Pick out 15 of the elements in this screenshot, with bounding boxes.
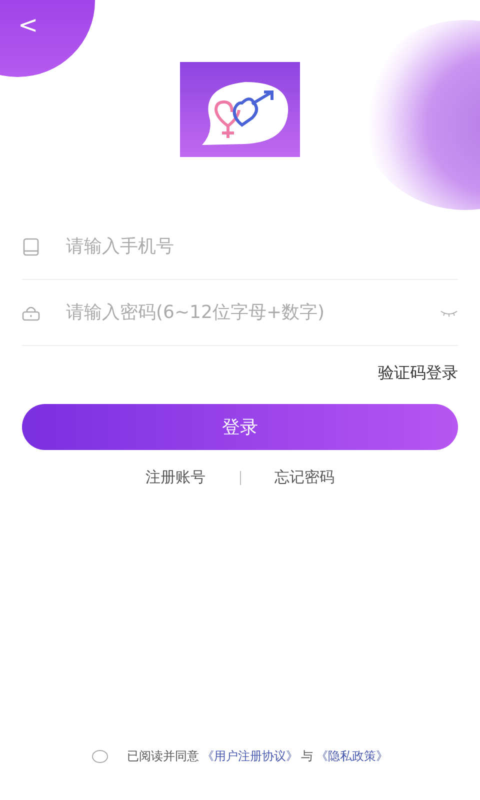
agreement-text: 已阅读并同意 <box>127 748 199 765</box>
password-field[interactable]: 请输入密码(6~12位字母+数字) <box>66 298 414 327</box>
text-link[interactable]: 忘记密码 <box>274 468 334 487</box>
login-button[interactable]: 登录 <box>22 404 458 450</box>
conjunction-text: 与 <box>301 748 313 765</box>
agree-radio[interactable] <box>92 750 108 763</box>
back-button[interactable]: < <box>0 0 95 77</box>
closed-eye-icon[interactable] <box>440 308 458 316</box>
app-logo-icon <box>180 62 300 157</box>
terms-link[interactable]: 《用户注册协议》 <box>202 748 298 765</box>
code-login-link[interactable]: 验证码登录 <box>378 363 458 384</box>
text-link[interactable]: 注册账号 <box>146 468 206 487</box>
phone-field[interactable]: 请输入手机号 <box>66 232 458 261</box>
privacy-link[interactable]: 《隐私政策》 <box>316 748 388 765</box>
phone-icon <box>22 238 40 256</box>
